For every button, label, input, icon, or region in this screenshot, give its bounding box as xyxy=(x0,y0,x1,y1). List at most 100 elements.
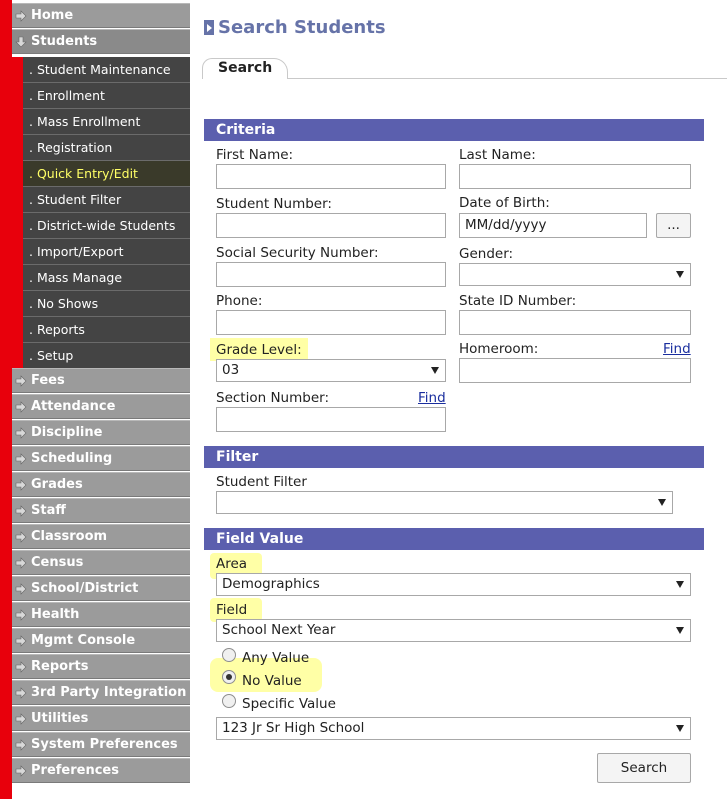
submenu-item-student-maintenance[interactable]: . Student Maintenance xyxy=(23,57,190,83)
arrow-down-icon xyxy=(15,36,27,48)
sidebar-item-census[interactable]: Census xyxy=(12,550,190,575)
field-value-header: Field Value xyxy=(204,528,704,550)
sidebar-item-label: School/District xyxy=(31,581,139,596)
sidebar-item-label: System Preferences xyxy=(31,737,178,752)
submenu-item-label: . Mass Enrollment xyxy=(29,114,141,129)
sidebar-item-attendance[interactable]: Attendance xyxy=(12,394,190,419)
grade-level-label: Grade Level: xyxy=(216,342,302,358)
phone-label: Phone: xyxy=(216,293,263,309)
submenu-item-label: . Registration xyxy=(29,140,113,155)
sidebar-item-label: Reports xyxy=(31,659,89,674)
sidebar-item-system-preferences[interactable]: System Preferences xyxy=(12,732,190,757)
ssn-label: Social Security Number: xyxy=(216,245,379,261)
arrow-right-icon xyxy=(15,765,27,777)
submenu-item-import-export[interactable]: . Import/Export xyxy=(23,239,190,265)
arrow-right-icon xyxy=(15,739,27,751)
arrow-right-icon xyxy=(15,661,27,673)
sidebar-item-fees[interactable]: Fees xyxy=(12,368,190,393)
sidebar-item-3rd-party-integration[interactable]: 3rd Party Integration xyxy=(12,680,190,705)
area-select[interactable]: Demographics xyxy=(216,573,691,596)
state-id-label: State ID Number: xyxy=(459,293,577,309)
submenu-item-label: . Import/Export xyxy=(29,244,124,259)
grade-level-select[interactable]: 03 xyxy=(216,359,446,382)
arrow-right-icon xyxy=(15,401,27,413)
chevron-down-icon xyxy=(676,725,684,732)
sidebar-item-health[interactable]: Health xyxy=(12,602,190,627)
sidebar-item-scheduling[interactable]: Scheduling xyxy=(12,446,190,471)
tab-search[interactable]: Search xyxy=(202,58,288,79)
first-name-input[interactable] xyxy=(216,164,446,189)
student-filter-select[interactable] xyxy=(216,491,673,514)
sidebar-item-preferences[interactable]: Preferences xyxy=(12,758,190,783)
phone-input[interactable] xyxy=(216,310,446,335)
arrow-right-icon xyxy=(15,479,27,491)
no-value-label: No Value xyxy=(242,673,302,689)
last-name-label: Last Name: xyxy=(459,147,536,163)
sidebar-item-utilities[interactable]: Utilities xyxy=(12,706,190,731)
specific-value-select[interactable]: 123 Jr Sr High School xyxy=(216,717,691,740)
sidebar-item-label: Staff xyxy=(31,503,66,518)
student-number-input[interactable] xyxy=(216,213,446,238)
submenu-item-label: . District-wide Students xyxy=(29,218,176,233)
sidebar-item-classroom[interactable]: Classroom xyxy=(12,524,190,549)
sidebar-item-label: 3rd Party Integration xyxy=(31,685,187,700)
chevron-down-icon xyxy=(676,627,684,634)
section-number-find-link[interactable]: Find xyxy=(418,390,446,406)
no-value-radio[interactable] xyxy=(222,670,236,684)
grade-level-value: 03 xyxy=(222,362,240,378)
ssn-input[interactable] xyxy=(216,262,446,287)
submenu-item-mass-enrollment[interactable]: . Mass Enrollment xyxy=(23,109,190,135)
area-value: Demographics xyxy=(222,576,320,592)
submenu-item-no-shows[interactable]: . No Shows xyxy=(23,291,190,317)
gender-label: Gender: xyxy=(459,246,514,262)
filter-header: Filter xyxy=(204,446,704,468)
last-name-input[interactable] xyxy=(459,164,691,189)
specific-value-radio[interactable] xyxy=(222,694,236,708)
homeroom-find-link[interactable]: Find xyxy=(663,341,691,357)
arrow-right-icon xyxy=(15,427,27,439)
submenu-item-student-filter[interactable]: . Student Filter xyxy=(23,187,190,213)
sidebar-item-label: Preferences xyxy=(31,763,119,778)
submenu-item-district-wide-students[interactable]: . District-wide Students xyxy=(23,213,190,239)
dob-input[interactable]: MM/dd/yyyy xyxy=(459,213,647,238)
submenu-item-enrollment[interactable]: . Enrollment xyxy=(23,83,190,109)
field-select[interactable]: School Next Year xyxy=(216,619,691,642)
section-number-input[interactable] xyxy=(216,407,446,432)
submenu-item-label: . Enrollment xyxy=(29,88,105,103)
homeroom-input[interactable] xyxy=(459,358,691,383)
sidebar-item-label: Attendance xyxy=(31,399,116,414)
any-value-label: Any Value xyxy=(242,650,310,666)
submenu-item-mass-manage[interactable]: . Mass Manage xyxy=(23,265,190,291)
search-button[interactable]: Search xyxy=(597,753,691,783)
gender-select[interactable] xyxy=(459,263,691,286)
sidebar-item-discipline[interactable]: Discipline xyxy=(12,420,190,445)
sidebar-item-reports[interactable]: Reports xyxy=(12,654,190,679)
sidebar-item-school-district[interactable]: School/District xyxy=(12,576,190,601)
chevron-down-icon xyxy=(676,581,684,588)
arrow-right-icon xyxy=(15,375,27,387)
submenu-item-label: . Quick Entry/Edit xyxy=(29,166,138,181)
sidebar-item-label: Utilities xyxy=(31,711,89,726)
sidebar-item-students[interactable]: Students xyxy=(12,29,190,54)
first-name-label: First Name: xyxy=(216,147,294,163)
specific-value: 123 Jr Sr High School xyxy=(222,720,365,736)
chevron-down-icon xyxy=(431,367,439,374)
date-picker-button[interactable]: ... xyxy=(656,213,691,238)
sidebar: Home Students . Student Maintenance . En… xyxy=(0,0,190,799)
any-value-radio[interactable] xyxy=(222,648,236,662)
sidebar-item-home[interactable]: Home xyxy=(12,3,190,28)
submenu-item-quick-entry-edit[interactable]: . Quick Entry/Edit xyxy=(23,161,190,187)
submenu-item-reports[interactable]: . Reports xyxy=(23,317,190,343)
sidebar-item-grades[interactable]: Grades xyxy=(12,472,190,497)
submenu-item-label: . Setup xyxy=(29,348,74,363)
submenu-item-registration[interactable]: . Registration xyxy=(23,135,190,161)
submenu-item-setup[interactable]: . Setup xyxy=(23,343,190,369)
sidebar-item-label: Health xyxy=(31,607,80,622)
state-id-input[interactable] xyxy=(459,310,691,335)
student-number-label: Student Number: xyxy=(216,196,332,212)
arrow-right-icon xyxy=(15,609,27,621)
sidebar-item-staff[interactable]: Staff xyxy=(12,498,190,523)
chevron-down-icon xyxy=(676,271,684,278)
sidebar-item-mgmt-console[interactable]: Mgmt Console xyxy=(12,628,190,653)
submenu-item-label: . Reports xyxy=(29,322,85,337)
